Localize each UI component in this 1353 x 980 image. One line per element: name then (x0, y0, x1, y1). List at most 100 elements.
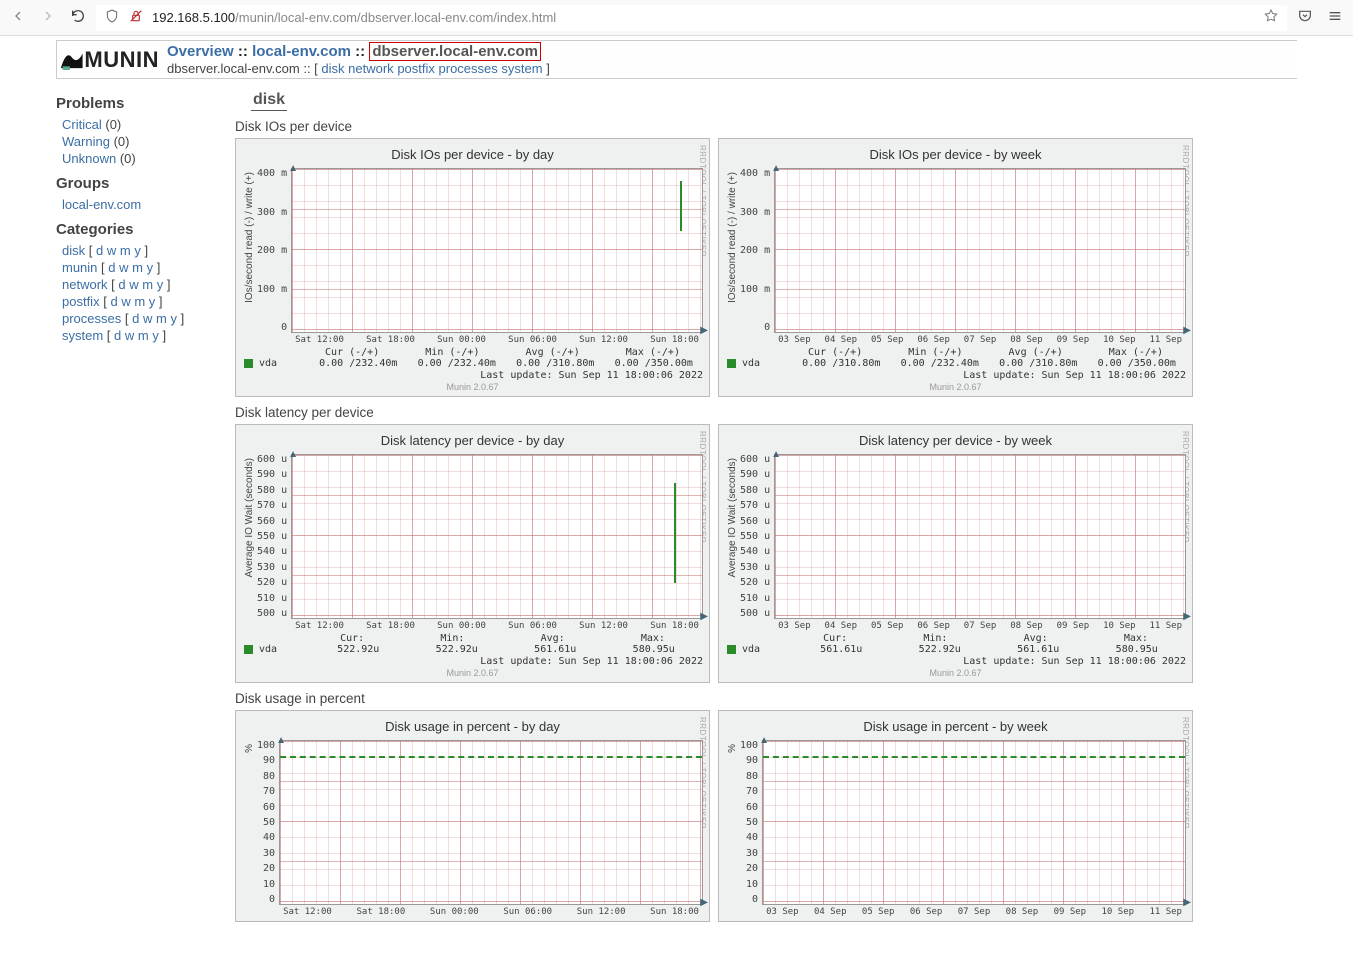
period-link-w[interactable]: w (119, 260, 128, 275)
last-update: Last update: Sun Sep 11 18:00:06 2022 (725, 369, 1186, 381)
legend-label: vda (742, 358, 792, 369)
group-link[interactable]: local-env.com (62, 197, 141, 212)
period-link-d[interactable]: d (108, 260, 115, 275)
breadcrumb-overview[interactable]: Overview (167, 43, 234, 60)
munin-logo-icon (59, 47, 84, 73)
chart-card[interactable]: RRDTOOL / TOBI OETIKER Disk usage in per… (235, 710, 710, 922)
y-ticks: 1009080706050403020100 (740, 740, 762, 905)
legend-row: vda522.92u522.92u561.61u580.95u (242, 644, 703, 655)
subcrumb-link-system[interactable]: system (501, 61, 542, 76)
chart-row: RRDTOOL / TOBI OETIKER Disk latency per … (235, 424, 1297, 683)
last-update: Last update: Sun Sep 11 18:00:06 2022 (242, 655, 703, 667)
munin-version: Munin 2.0.67 (242, 668, 703, 678)
subcrumb-link-processes[interactable]: processes (439, 61, 498, 76)
period-link-y[interactable]: y (152, 328, 159, 343)
y-axis-label: Average IO Wait (seconds) (725, 454, 740, 582)
legend-swatch (244, 359, 253, 368)
category-link-munin[interactable]: munin (62, 260, 97, 275)
problems-list: Critical (0)Warning (0)Unknown (0) (56, 116, 215, 167)
period-link-y[interactable]: y (157, 277, 164, 292)
page-header: MUNIN Overview :: local-env.com :: dbser… (56, 40, 1297, 79)
period-link-w[interactable]: w (107, 243, 116, 258)
problem-link[interactable]: Critical (62, 117, 102, 132)
y-axis-label: % (725, 740, 740, 757)
problem-item: Critical (0) (56, 116, 215, 133)
period-link-d[interactable]: d (132, 311, 139, 326)
groups-list: local-env.com (56, 196, 215, 213)
category-link-network[interactable]: network (62, 277, 108, 292)
plot-area: ▲ ▶ (774, 168, 1186, 333)
period-link-m[interactable]: m (156, 311, 167, 326)
period-link-w[interactable]: w (121, 294, 130, 309)
chart-group-label: Disk usage in percent (235, 691, 1297, 706)
period-link-y[interactable]: y (134, 243, 141, 258)
breadcrumb-group[interactable]: local-env.com (252, 43, 351, 60)
data-spike (674, 483, 676, 583)
problem-count: (0) (120, 151, 136, 166)
plot-area: ▲ ▶ (291, 168, 703, 333)
period-link-d[interactable]: d (96, 243, 103, 258)
lock-strike-icon[interactable] (128, 8, 144, 27)
legend-label: vda (259, 644, 309, 655)
period-link-d[interactable]: d (118, 277, 125, 292)
axis-arrow-up-icon: ▲ (771, 163, 781, 174)
nav-icons (10, 8, 86, 27)
sidebar-categories-title: Categories (56, 221, 215, 238)
problem-link[interactable]: Unknown (62, 151, 116, 166)
period-link-d[interactable]: d (110, 294, 117, 309)
chart-row: RRDTOOL / TOBI OETIKER Disk usage in per… (235, 710, 1297, 922)
category-item: network [ d w m y ] (56, 276, 215, 293)
subcrumb-link-network[interactable]: network (348, 61, 394, 76)
legend-label: vda (742, 644, 792, 655)
axis-arrow-up-icon: ▲ (276, 735, 286, 746)
subcrumb-link-disk[interactable]: disk (321, 61, 344, 76)
period-link-w[interactable]: w (143, 311, 152, 326)
y-axis-label: IOs/second read (-) / write (+) (725, 168, 740, 307)
y-axis-label: IOs/second read (-) / write (+) (242, 168, 257, 307)
problem-link[interactable]: Warning (62, 134, 110, 149)
period-link-y[interactable]: y (170, 311, 177, 326)
back-icon[interactable] (10, 8, 26, 27)
hamburger-icon[interactable] (1327, 8, 1343, 27)
category-link-postfix[interactable]: postfix (62, 294, 100, 309)
period-link-m[interactable]: m (120, 243, 131, 258)
period-link-m[interactable]: m (134, 294, 145, 309)
period-link-y[interactable]: y (149, 294, 156, 309)
chart-title: Disk latency per device - by week (725, 433, 1186, 448)
period-link-m[interactable]: m (142, 277, 153, 292)
axis-arrow-up-icon: ▲ (771, 449, 781, 460)
category-link-disk[interactable]: disk (62, 243, 85, 258)
plot-area: ▲ ▶ (279, 740, 703, 905)
legend-swatch (727, 645, 736, 654)
subcrumb-open: :: [ (303, 61, 321, 76)
chart-card[interactable]: RRDTOOL / TOBI OETIKER Disk latency per … (718, 424, 1193, 683)
category-link-system[interactable]: system (62, 328, 103, 343)
stats-header: Cur (-/+)Min (-/+)Avg (-/+)Max (-/+) (242, 345, 703, 358)
reload-icon[interactable] (70, 8, 86, 27)
forward-icon[interactable] (40, 8, 56, 27)
chart-card[interactable]: RRDTOOL / TOBI OETIKER Disk IOs per devi… (235, 138, 710, 397)
category-item: postfix [ d w m y ] (56, 293, 215, 310)
period-link-m[interactable]: m (132, 260, 143, 275)
shield-icon[interactable] (104, 8, 120, 27)
chart-card[interactable]: RRDTOOL / TOBI OETIKER Disk latency per … (235, 424, 710, 683)
pocket-icon[interactable] (1297, 8, 1313, 27)
munin-version: Munin 2.0.67 (242, 382, 703, 392)
munin-logo[interactable]: MUNIN (59, 45, 159, 75)
period-link-d[interactable]: d (114, 328, 121, 343)
period-link-m[interactable]: m (138, 328, 149, 343)
period-link-w[interactable]: w (125, 328, 134, 343)
period-link-w[interactable]: w (129, 277, 138, 292)
bookmark-star-icon[interactable] (1263, 8, 1279, 27)
munin-version: Munin 2.0.67 (725, 382, 1186, 392)
subcrumb-link-postfix[interactable]: postfix (397, 61, 435, 76)
category-link-processes[interactable]: processes (62, 311, 121, 326)
threshold-line (763, 756, 1185, 758)
y-ticks: 600 u590 u580 u570 u560 u550 u540 u530 u… (740, 454, 774, 619)
chart-card[interactable]: RRDTOOL / TOBI OETIKER Disk IOs per devi… (718, 138, 1193, 397)
chart-card[interactable]: RRDTOOL / TOBI OETIKER Disk usage in per… (718, 710, 1193, 922)
url-bar[interactable]: 192.168.5.100/munin/local-env.com/dbserv… (96, 5, 1287, 31)
group-item: local-env.com (56, 196, 215, 213)
period-link-y[interactable]: y (147, 260, 154, 275)
y-ticks: 1009080706050403020100 (257, 740, 279, 905)
